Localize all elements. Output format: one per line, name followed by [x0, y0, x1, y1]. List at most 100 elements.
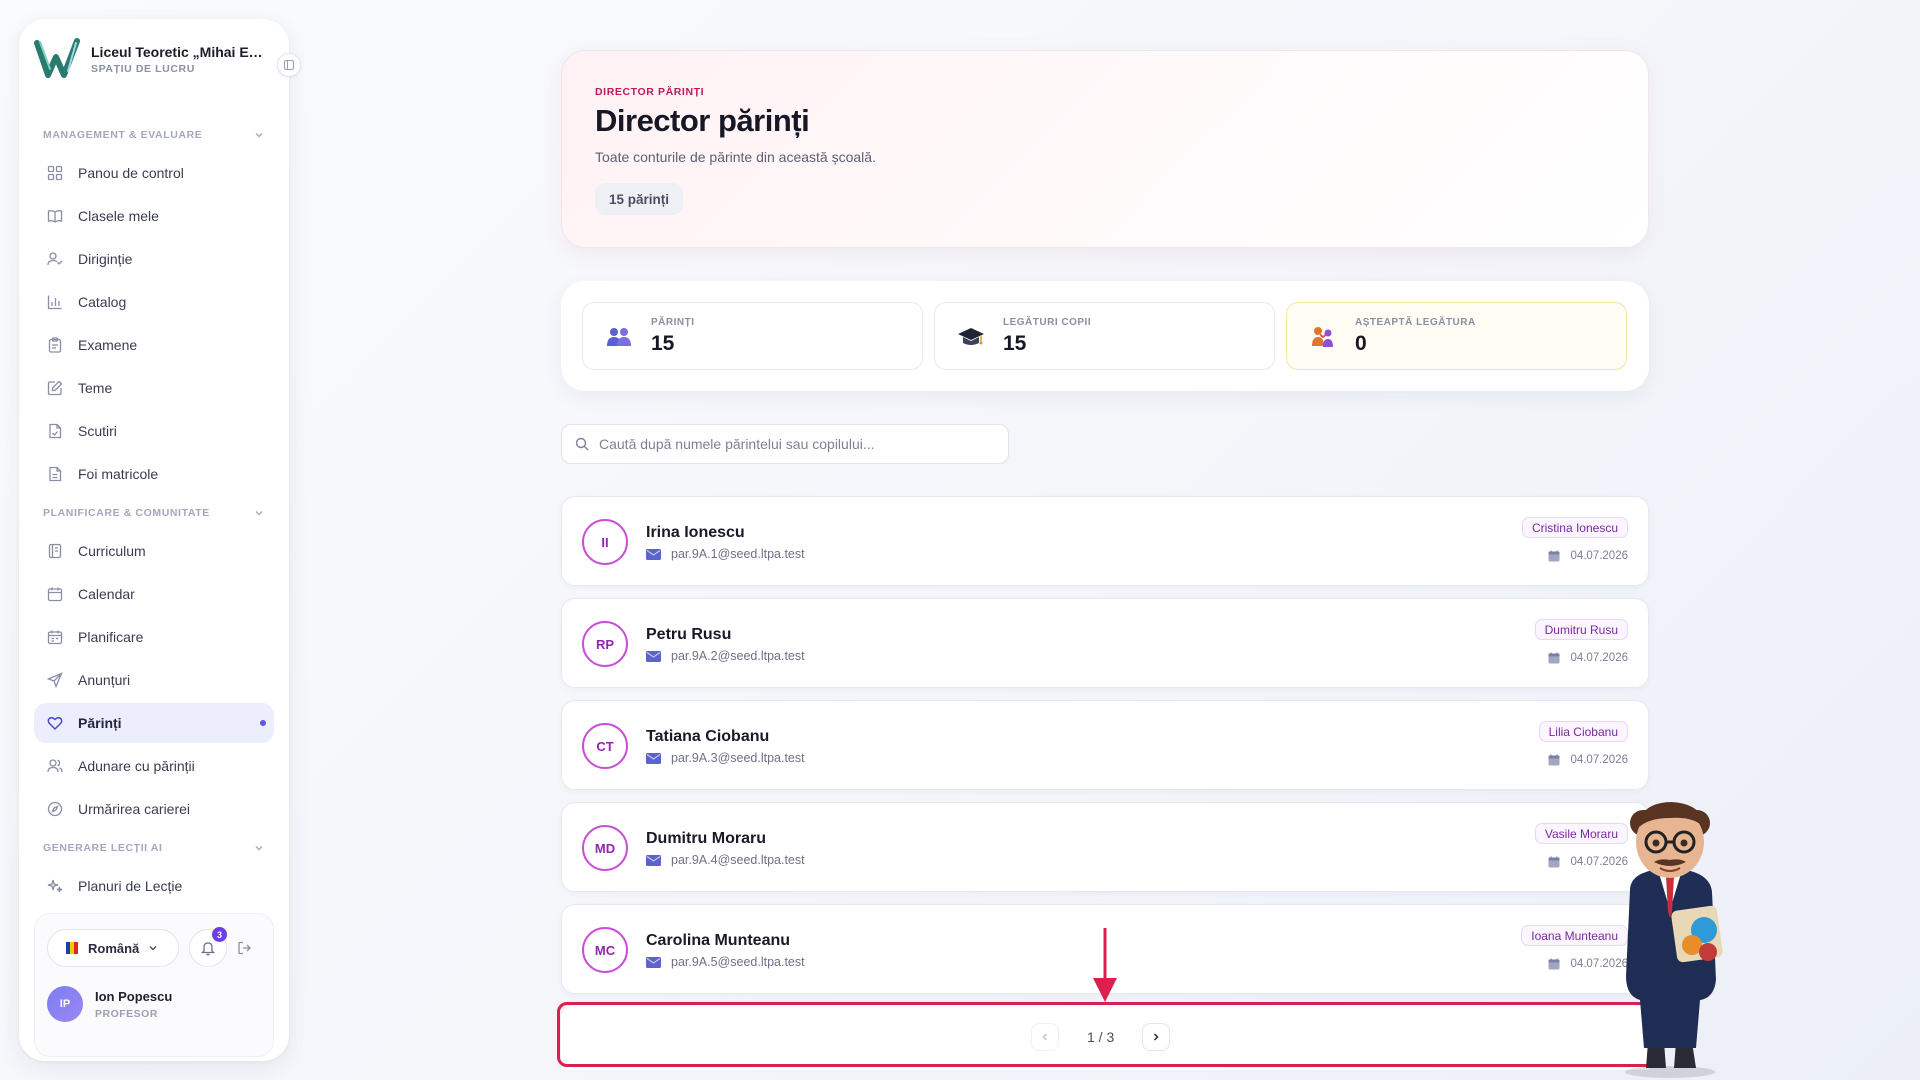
notification-count-badge: 3 [212, 927, 227, 942]
collapse-sidebar-button[interactable] [277, 53, 301, 77]
child-link-chip[interactable]: Lilia Ciobanu [1538, 721, 1628, 742]
mail-icon [646, 752, 661, 764]
stat-label: AȘTEAPTĂ LEGĂTURA [1355, 317, 1476, 328]
school-logo-icon [34, 38, 80, 78]
sparkles-icon [46, 877, 64, 895]
nav-section-title: MANAGEMENT & EVALUARE [43, 129, 203, 141]
sidebar-item-adunare[interactable]: Adunare cu părinții [34, 746, 274, 786]
user-role: PROFESOR [95, 1007, 158, 1020]
stat-label: LEGĂTURI COPII [1003, 317, 1092, 328]
grid-icon [46, 164, 64, 182]
nav-section-title: GENERARE LECȚII AI [43, 842, 163, 854]
sidebar-item-cariera[interactable]: Urmărirea carierei [34, 789, 274, 829]
sidebar-item-scutiri[interactable]: Scutiri [34, 411, 274, 451]
file-check-icon [46, 422, 64, 440]
parent-card[interactable]: CT Tatiana Ciobanu par.9A.3@seed.ltpa.te… [561, 700, 1649, 790]
sidebar-item-planificare[interactable]: Planificare [34, 617, 274, 657]
search-icon [575, 437, 589, 451]
nav-section-generare[interactable]: GENERARE LECȚII AI [34, 832, 274, 864]
sidebar-item-panou-de-control[interactable]: Panou de control [34, 153, 274, 193]
sidebar-item-dirigintie[interactable]: Diriginție [34, 239, 274, 279]
parents-icon [605, 323, 633, 351]
parent-avatar: MC [582, 927, 628, 973]
users-icon [46, 757, 64, 775]
sidebar-item-label: Catalog [78, 294, 127, 310]
language-label: Română [88, 940, 140, 956]
parent-email-row: par.9A.5@seed.ltpa.test [646, 955, 805, 969]
page-indicator: 1 / 3 [1087, 1029, 1115, 1045]
chevron-right-icon [1154, 1033, 1159, 1041]
sidebar-item-parinti[interactable]: Părinți [34, 703, 274, 743]
notifications-button[interactable]: 3 [189, 927, 227, 967]
search-input[interactable] [599, 436, 999, 452]
bell-icon [200, 942, 216, 956]
chevron-left-icon [1042, 1033, 1047, 1041]
page-description: Toate conturile de părinte din această ș… [595, 149, 876, 165]
parent-email: par.9A.5@seed.ltpa.test [671, 955, 805, 969]
stat-value: 15 [1003, 332, 1027, 355]
sidebar-item-label: Foi matricole [78, 466, 159, 482]
sidebar-item-catalog[interactable]: Catalog [34, 282, 274, 322]
parent-card[interactable]: II Irina Ionescu par.9A.1@seed.ltpa.test… [561, 496, 1649, 586]
parent-card[interactable]: MD Dumitru Moraru par.9A.4@seed.ltpa.tes… [561, 802, 1649, 892]
calendar-icon [1548, 550, 1560, 562]
chevron-down-icon [255, 133, 263, 138]
chevron-down-icon [255, 511, 263, 516]
language-selector[interactable]: Română [47, 929, 179, 967]
parent-email-row: par.9A.3@seed.ltpa.test [646, 751, 805, 765]
parent-avatar: RP [582, 621, 628, 667]
pagination: 1 / 3 [1031, 1023, 1171, 1051]
parent-card[interactable]: RP Petru Rusu par.9A.2@seed.ltpa.test Du… [561, 598, 1649, 688]
sidebar-item-label: Clasele mele [78, 208, 159, 224]
calendar-icon [1548, 856, 1560, 868]
calendar-icon [1548, 754, 1560, 766]
calendar-icon [1548, 958, 1560, 970]
nav-section-planificare[interactable]: PLANIFICARE & COMUNITATE [34, 497, 274, 529]
calendar-icon [1548, 652, 1560, 664]
search-box[interactable] [561, 424, 1009, 464]
user-name: Ion Popescu [95, 988, 173, 1004]
parent-name: Tatiana Ciobanu [646, 728, 770, 745]
parent-email: par.9A.1@seed.ltpa.test [671, 547, 805, 561]
sidebar-item-clasele-mele[interactable]: Clasele mele [34, 196, 274, 236]
sidebar-item-label: Părinți [78, 715, 122, 731]
parent-email: par.9A.3@seed.ltpa.test [671, 751, 805, 765]
nav-section-title: PLANIFICARE & COMUNITATE [43, 507, 210, 519]
sidebar-item-anunturi[interactable]: Anunțuri [34, 660, 274, 700]
clipboard-icon [46, 336, 64, 354]
brand[interactable]: Liceul Teoretic „Mihai Emi... SPAȚIU DE … [34, 37, 284, 81]
parent-name: Petru Rusu [646, 626, 732, 643]
sidebar-item-curriculum[interactable]: Curriculum [34, 531, 274, 571]
mail-icon [646, 548, 661, 560]
sidebar-item-teme[interactable]: Teme [34, 368, 274, 408]
sidebar-item-label: Curriculum [78, 543, 146, 559]
sidebar-item-foi-matricole[interactable]: Foi matricole [34, 454, 274, 494]
sidebar-toggle-icon [283, 59, 295, 71]
sidebar-item-calendar[interactable]: Calendar [34, 574, 274, 614]
edit-icon [46, 379, 64, 397]
parent-email-row: par.9A.2@seed.ltpa.test [646, 649, 805, 663]
sidebar-item-examene[interactable]: Examene [34, 325, 274, 365]
workspace-label: SPAȚIU DE LUCRU [91, 62, 195, 75]
mail-icon [646, 854, 661, 866]
parent-date-row: 04.07.2026 [1548, 652, 1628, 664]
parent-avatar: MD [582, 825, 628, 871]
parent-email-row: par.9A.1@seed.ltpa.test [646, 547, 805, 561]
mail-icon [646, 956, 661, 968]
child-link-chip[interactable]: Dumitru Rusu [1534, 619, 1628, 640]
next-page-button[interactable] [1142, 1023, 1171, 1051]
parent-avatar: II [582, 519, 628, 565]
graduation-cap-icon [957, 323, 985, 351]
parent-email: par.9A.4@seed.ltpa.test [671, 853, 805, 867]
user-profile[interactable]: IP Ion Popescu PROFESOR [47, 986, 172, 1022]
parent-email: par.9A.2@seed.ltpa.test [671, 649, 805, 663]
chevron-down-icon [149, 946, 157, 951]
child-link-chip[interactable]: Cristina Ionescu [1521, 517, 1628, 538]
sidebar-item-planuri-de-lectie[interactable]: Planuri de Lecție [34, 866, 274, 906]
logout-button[interactable] [235, 938, 255, 958]
sidebar: Liceul Teoretic „Mihai Emi... SPAȚIU DE … [19, 19, 289, 1061]
pagination-bar: 1 / 3 [561, 1005, 1649, 1070]
previous-page-button[interactable] [1031, 1023, 1059, 1051]
nav-section-management[interactable]: MANAGEMENT & EVALUARE [34, 119, 274, 151]
stat-card-child-links: LEGĂTURI COPII 15 [934, 302, 1275, 370]
